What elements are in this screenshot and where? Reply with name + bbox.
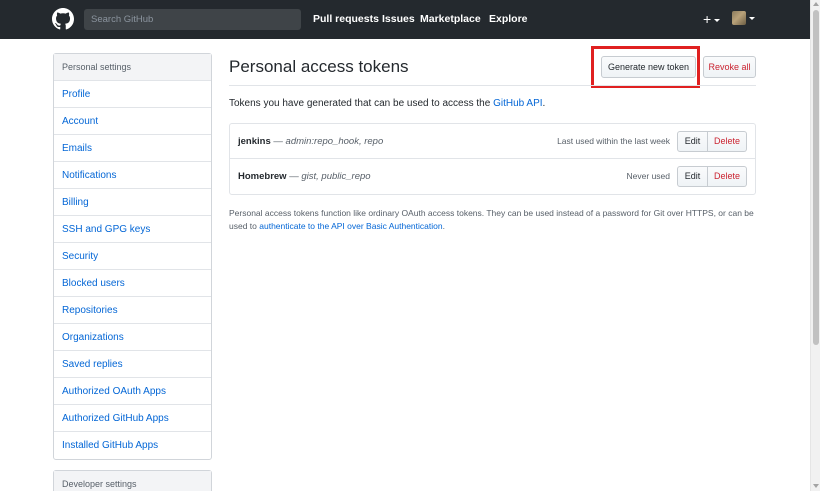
sidebar-heading: Personal settings: [54, 54, 211, 81]
sidebar-item-notifications[interactable]: Notifications: [54, 162, 211, 189]
token-list: jenkins — admin:repo_hook, repo Last use…: [229, 123, 756, 195]
sidebar-item-organizations[interactable]: Organizations: [54, 324, 211, 351]
token-scopes: admin:repo_hook, repo: [285, 136, 384, 147]
nav-explore[interactable]: Explore: [489, 13, 528, 25]
edit-token-button[interactable]: Edit: [677, 166, 708, 187]
scroll-down-arrow-icon[interactable]: [813, 484, 819, 488]
intro-text: Tokens you have generated that can be us…: [229, 98, 546, 109]
sidebar-item-repositories[interactable]: Repositories: [54, 297, 211, 324]
sidebar-item-authorized-github-apps[interactable]: Authorized GitHub Apps: [54, 405, 211, 432]
nav-pull-requests[interactable]: Pull requests: [313, 13, 379, 25]
sidebar-item-security[interactable]: Security: [54, 243, 211, 270]
token-scopes: gist, public_repo: [301, 171, 371, 182]
token-row: jenkins — admin:repo_hook, repo Last use…: [230, 124, 755, 159]
token-help-note: Personal access tokens function like ord…: [229, 208, 754, 231]
top-navigation-bar: Search GitHub Pull requests Issues Marke…: [0, 0, 810, 39]
sidebar-item-profile[interactable]: Profile: [54, 81, 211, 108]
edit-token-button[interactable]: Edit: [677, 131, 708, 152]
avatar: [732, 11, 746, 25]
page-title: Personal access tokens: [229, 57, 409, 76]
delete-token-button[interactable]: Delete: [708, 131, 747, 152]
github-api-link[interactable]: GitHub API: [493, 98, 542, 109]
github-logo-icon[interactable]: [52, 8, 74, 30]
sidebar-item-blocked-users[interactable]: Blocked users: [54, 270, 211, 297]
search-input[interactable]: Search GitHub: [84, 9, 301, 30]
sidebar-item-ssh-gpg-keys[interactable]: SSH and GPG keys: [54, 216, 211, 243]
chevron-down-icon: [714, 18, 721, 22]
chevron-down-icon: [749, 16, 755, 20]
page-scrollbar[interactable]: [810, 0, 820, 491]
delete-token-button[interactable]: Delete: [708, 166, 747, 187]
token-last-used: Last used within the last week: [557, 136, 670, 146]
sidebar-item-installed-github-apps[interactable]: Installed GitHub Apps: [54, 432, 211, 459]
divider: [229, 85, 756, 86]
token-actions: Edit Delete: [677, 166, 747, 187]
sidebar-item-emails[interactable]: Emails: [54, 135, 211, 162]
token-actions: Edit Delete: [677, 131, 747, 152]
personal-settings-menu: Personal settings Profile Account Emails…: [53, 53, 212, 460]
sidebar-item-billing[interactable]: Billing: [54, 189, 211, 216]
revoke-all-button[interactable]: Revoke all: [703, 56, 756, 78]
scrollbar-thumb[interactable]: [813, 10, 819, 345]
highlight-annotation: [591, 46, 700, 88]
plus-icon: +: [703, 11, 712, 27]
sidebar-item-saved-replies[interactable]: Saved replies: [54, 351, 211, 378]
sidebar-item-authorized-oauth-apps[interactable]: Authorized OAuth Apps: [54, 378, 211, 405]
token-name[interactable]: jenkins — admin:repo_hook, repo: [238, 136, 383, 147]
user-menu[interactable]: [732, 11, 755, 25]
sidebar-item-account[interactable]: Account: [54, 108, 211, 135]
token-row: Homebrew — gist, public_repo Never used …: [230, 159, 755, 194]
token-name[interactable]: Homebrew — gist, public_repo: [238, 171, 371, 182]
create-new-menu[interactable]: +: [703, 10, 721, 28]
scroll-up-arrow-icon[interactable]: [813, 2, 819, 6]
nav-marketplace[interactable]: Marketplace: [420, 13, 481, 25]
developer-settings-menu: Developer settings: [53, 470, 212, 491]
basic-auth-link[interactable]: authenticate to the API over Basic Authe…: [259, 221, 442, 231]
nav-issues[interactable]: Issues: [382, 13, 415, 25]
token-last-used: Never used: [626, 171, 670, 181]
developer-settings-heading[interactable]: Developer settings: [54, 471, 211, 491]
